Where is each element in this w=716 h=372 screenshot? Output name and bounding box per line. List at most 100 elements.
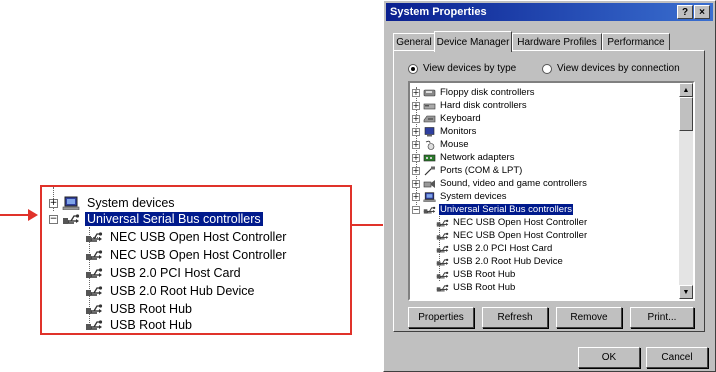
radio-unselected-icon[interactable]	[542, 63, 552, 74]
usb-icon	[85, 284, 103, 298]
usb-icon	[436, 257, 449, 267]
expand-icon[interactable]: +	[49, 198, 58, 208]
tab-general[interactable]: General	[393, 33, 435, 51]
computer-icon	[62, 196, 80, 210]
expand-icon[interactable]: +	[412, 166, 420, 175]
tree-child-label: NEC USB Open Host Controller	[110, 230, 287, 244]
device-tree-list[interactable]: + Floppy disk controllers + Hard disk co…	[408, 81, 695, 301]
scroll-down-arrow-icon[interactable]: ▼	[679, 285, 693, 299]
view-by-connection-radio[interactable]: View devices by connection	[542, 63, 680, 74]
ok-button[interactable]: OK	[578, 347, 640, 368]
remove-button[interactable]: Remove	[556, 307, 622, 328]
scroll-up-arrow-icon[interactable]: ▲	[679, 83, 693, 97]
title-bar[interactable]: System Properties ? ×	[386, 3, 713, 21]
expand-icon[interactable]: +	[412, 127, 420, 136]
tree-item[interactable]: + Mouse	[412, 138, 470, 151]
tree-child-label: NEC USB Open Host Controller	[453, 230, 588, 241]
tree-item-label: Hard disk controllers	[440, 100, 527, 111]
tree-item[interactable]: + Network adapters	[412, 151, 515, 164]
tree-item-label: Floppy disk controllers	[440, 87, 535, 98]
tree-child-item[interactable]: USB 2.0 Root Hub Device	[436, 255, 564, 268]
device-manager-panel: View devices by type View devices by con…	[393, 50, 705, 332]
tree-item[interactable]: + Monitors	[412, 125, 477, 138]
expand-icon[interactable]: +	[412, 153, 420, 162]
tree-child-label: USB Root Hub	[110, 318, 192, 332]
usb-icon	[85, 230, 103, 244]
network-icon	[423, 154, 436, 161]
tree-child-label: NEC USB Open Host Controller	[453, 217, 588, 228]
usb-icon	[436, 244, 449, 254]
tree-child-item[interactable]: NEC USB Open Host Controller	[436, 216, 588, 229]
disk-icon	[423, 103, 436, 109]
zoom-callout-box: + System devices − Universal Serial Bus …	[40, 185, 352, 335]
computer-icon	[423, 192, 436, 202]
tree-item[interactable]: + Ports (COM & LPT)	[412, 164, 523, 177]
usb-icon	[423, 205, 436, 215]
tree-child-label: USB 2.0 Root Hub Device	[453, 256, 563, 267]
monitor-icon	[424, 126, 435, 136]
vertical-scrollbar[interactable]: ▲ ▼	[679, 83, 693, 299]
scroll-thumb[interactable]	[679, 97, 693, 131]
expand-icon[interactable]: +	[412, 192, 420, 201]
tree-item-label: Network adapters	[440, 152, 515, 163]
tree-item-label: System devices	[440, 191, 507, 202]
tree-child-item[interactable]: USB Root Hub	[436, 268, 516, 281]
expand-icon[interactable]: +	[412, 114, 420, 123]
tab-device-manager[interactable]: Device Manager	[434, 31, 512, 52]
print-button[interactable]: Print...	[630, 307, 694, 328]
properties-button[interactable]: Properties	[408, 307, 474, 328]
collapse-icon[interactable]: −	[412, 205, 420, 214]
dialog-title: System Properties	[390, 6, 487, 18]
tree-item[interactable]: + Hard disk controllers	[412, 99, 528, 112]
tab-hardware-profiles[interactable]: Hardware Profiles	[512, 33, 602, 51]
tree-child-item[interactable]: NEC USB Open Host Controller	[436, 229, 588, 242]
tree-item-label: Universal Serial Bus controllers	[439, 204, 573, 215]
tree-child-label: USB Root Hub	[453, 282, 516, 293]
expand-icon[interactable]: +	[412, 179, 420, 188]
tree-item-label: Sound, video and game controllers	[440, 178, 587, 189]
tree-child-item[interactable]: USB Root Hub	[436, 281, 516, 294]
tree-child-label: USB 2.0 PCI Host Card	[110, 266, 241, 280]
tree-child-item[interactable]: USB Root Hub	[85, 316, 194, 334]
radio-label: View devices by connection	[557, 63, 680, 74]
tab-performance[interactable]: Performance	[602, 33, 670, 51]
system-properties-dialog: System Properties ? × General Device Man…	[383, 0, 716, 372]
expand-icon[interactable]: +	[412, 88, 420, 97]
tree-item[interactable]: + Floppy disk controllers	[412, 86, 536, 99]
usb-icon	[436, 231, 449, 241]
usb-icon	[436, 283, 449, 293]
collapse-icon[interactable]: −	[49, 214, 58, 224]
close-button[interactable]: ×	[694, 5, 710, 19]
tree-child-item[interactable]: USB 2.0 PCI Host Card	[85, 264, 243, 282]
tree-child-item[interactable]: USB 2.0 Root Hub Device	[85, 282, 257, 300]
expand-icon[interactable]: +	[412, 140, 420, 149]
usb-icon	[85, 266, 103, 280]
tree-child-label: USB 2.0 PCI Host Card	[453, 243, 553, 254]
tree-child-label: USB Root Hub	[453, 269, 516, 280]
tree-item-label: System devices	[87, 196, 175, 210]
radio-selected-icon[interactable]	[408, 63, 418, 74]
arrow-head-icon	[28, 209, 38, 221]
refresh-button[interactable]: Refresh	[482, 307, 548, 328]
mouse-icon	[425, 140, 435, 150]
help-button[interactable]: ?	[677, 5, 693, 19]
expand-icon[interactable]: +	[412, 101, 420, 110]
tree-item-usb-controllers[interactable]: − Universal Serial Bus controllers	[412, 203, 573, 216]
usb-icon	[436, 270, 449, 280]
usb-icon	[62, 212, 80, 226]
tree-child-item[interactable]: USB 2.0 PCI Host Card	[436, 242, 553, 255]
tree-child-item[interactable]: NEC USB Open Host Controller	[85, 228, 288, 246]
tree-item-usb-controllers[interactable]: − Universal Serial Bus controllers	[49, 210, 263, 228]
tree-child-item[interactable]: NEC USB Open Host Controller	[85, 246, 288, 264]
usb-icon	[85, 248, 103, 262]
port-icon	[424, 166, 435, 175]
tree-item-label: Ports (COM & LPT)	[440, 165, 523, 176]
tree-item[interactable]: + System devices	[412, 190, 508, 203]
radio-label: View devices by type	[423, 63, 517, 74]
tree-item-label: Mouse	[440, 139, 469, 150]
tree-item[interactable]: + Keyboard	[412, 112, 482, 125]
tree-item[interactable]: + Sound, video and game controllers	[412, 177, 588, 190]
view-by-type-radio[interactable]: View devices by type	[408, 63, 516, 74]
tree-child-label: NEC USB Open Host Controller	[110, 248, 287, 262]
cancel-button[interactable]: Cancel	[646, 347, 708, 368]
